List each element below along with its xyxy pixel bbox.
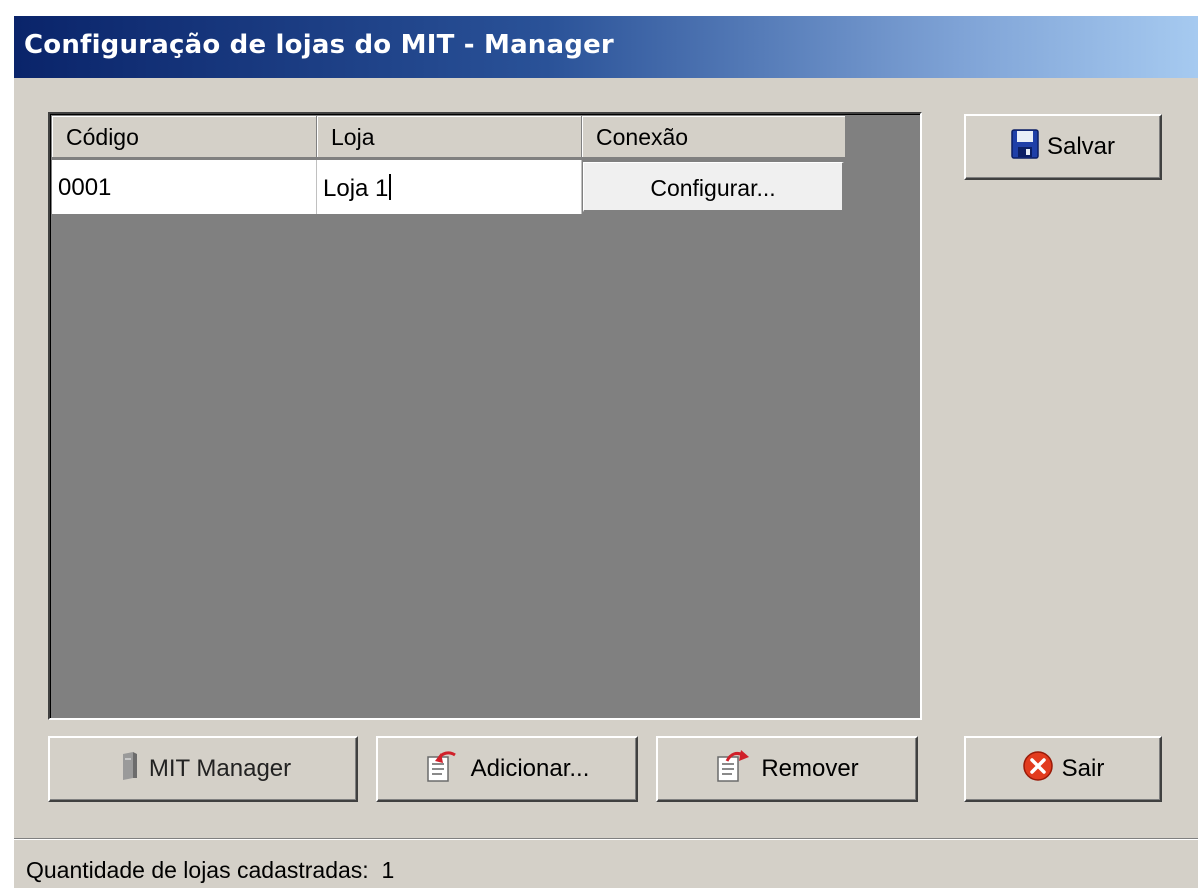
stores-count-value: 1 [381, 857, 395, 883]
salvar-button[interactable]: Salvar [964, 114, 1162, 180]
adicionar-button[interactable]: Adicionar... [376, 736, 638, 802]
floppy-disk-icon [1011, 128, 1039, 166]
remover-label: Remover [761, 755, 859, 782]
column-header-loja[interactable]: Loja [317, 116, 582, 158]
column-header-conexao[interactable]: Conexão [582, 116, 846, 158]
remover-button[interactable]: Remover [656, 736, 918, 802]
stores-count-status: Quantidade de lojas cadastradas: 1 [26, 857, 394, 884]
add-document-icon [425, 749, 463, 790]
window-title: Configuração de lojas do MIT - Manager [24, 30, 614, 60]
salvar-label: Salvar [1046, 133, 1116, 160]
mit-manager-label: MIT Manager [148, 755, 292, 782]
column-header-codigo[interactable]: Código [52, 116, 317, 158]
remove-document-icon [715, 749, 753, 790]
cell-loja-text: Loja 1 [323, 175, 389, 202]
server-icon [115, 750, 141, 789]
configurar-connection-button[interactable]: Configurar... [583, 162, 844, 212]
status-bar: Quantidade de lojas cadastradas: 1 [14, 838, 1198, 889]
sair-label: Sair [1061, 755, 1105, 782]
stores-count-label: Quantidade de lojas cadastradas: [26, 857, 369, 883]
store-config-window: Configuração de lojas do MIT - Manager C… [14, 16, 1198, 888]
cell-loja-editor[interactable]: Loja 1 [317, 160, 582, 214]
title-bar[interactable]: Configuração de lojas do MIT - Manager [14, 16, 1198, 78]
close-circle-icon [1022, 750, 1054, 789]
cell-codigo-text: 0001 [58, 174, 112, 201]
stores-grid[interactable]: Código Loja Conexão 0001 Loja 1 Configur… [48, 112, 922, 720]
text-caret [389, 174, 392, 200]
adicionar-label: Adicionar... [470, 755, 590, 782]
cell-codigo[interactable]: 0001 [52, 160, 317, 214]
mit-manager-button[interactable]: MIT Manager [48, 736, 358, 802]
sair-button[interactable]: Sair [964, 736, 1162, 802]
